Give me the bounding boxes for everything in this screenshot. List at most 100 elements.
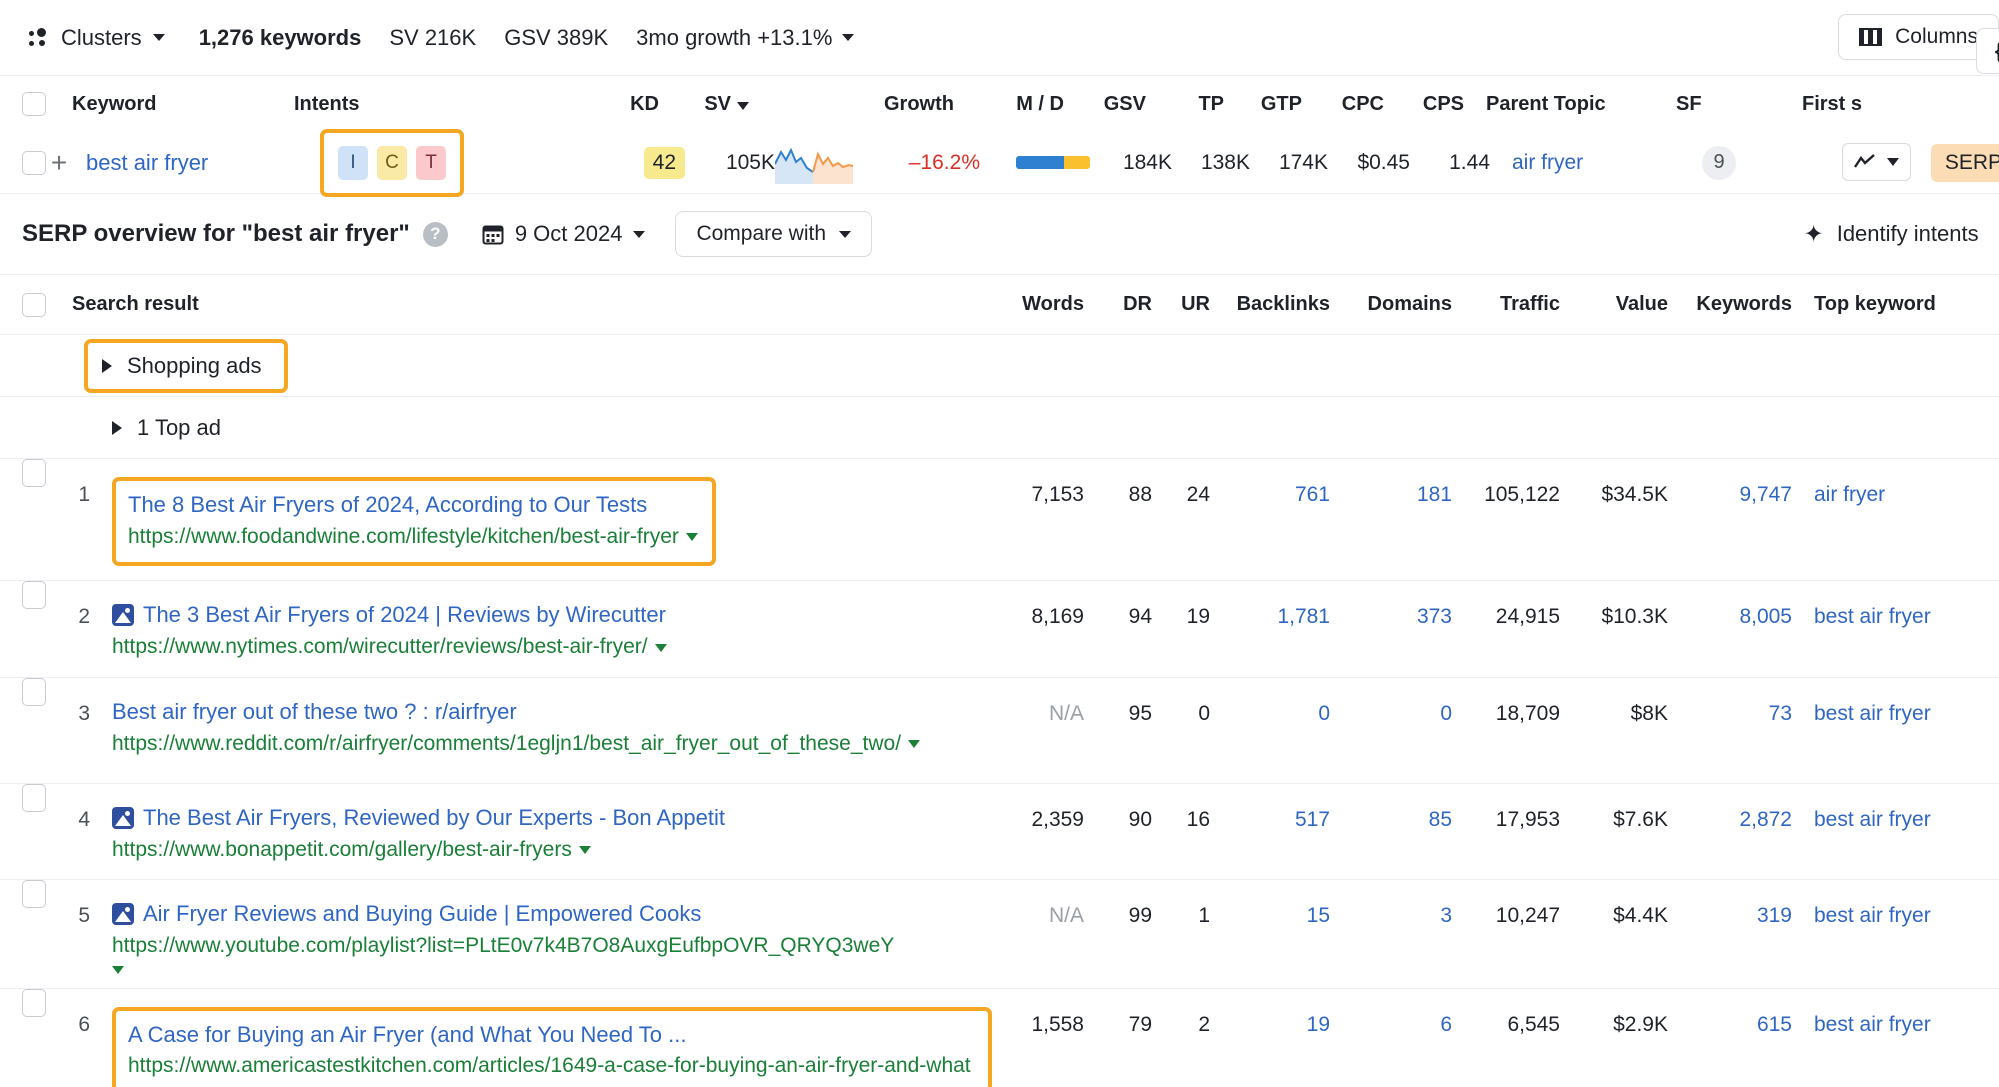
col-header-tp[interactable]: TP bbox=[1146, 93, 1224, 116]
result-keywords[interactable]: 319 bbox=[1668, 880, 1792, 928]
result-domains[interactable]: 0 bbox=[1330, 678, 1452, 726]
result-checkbox[interactable] bbox=[22, 459, 46, 487]
date-picker[interactable]: 9 Oct 2024 bbox=[482, 221, 646, 247]
result-backlinks[interactable]: 761 bbox=[1210, 459, 1330, 507]
result-top-keyword[interactable]: best air fryer bbox=[1792, 581, 1977, 629]
gsv-stat: GSV 389K bbox=[504, 25, 608, 51]
result-domains[interactable]: 85 bbox=[1330, 784, 1452, 832]
result-top-keyword[interactable]: best air fryer bbox=[1792, 880, 1977, 928]
result-title-link[interactable]: The 3 Best Air Fryers of 2024 | Reviews … bbox=[112, 599, 992, 631]
serp-label: SERP bbox=[1945, 151, 1999, 175]
sf-cell: 9 bbox=[1680, 146, 1810, 180]
result-keywords[interactable]: 9,747 bbox=[1668, 459, 1792, 507]
serp-header-result-group: Search result bbox=[22, 293, 992, 317]
result-backlinks[interactable]: 1,781 bbox=[1210, 581, 1330, 629]
result-domains[interactable]: 181 bbox=[1330, 459, 1452, 507]
intent-badge-commercial[interactable]: C bbox=[377, 146, 407, 180]
result-title-link[interactable]: A Case for Buying an Air Fryer (and What… bbox=[128, 1019, 974, 1051]
intents-cell: I C T bbox=[320, 129, 595, 197]
result-checkbox[interactable] bbox=[22, 880, 46, 908]
result-top-keyword[interactable]: best air fryer bbox=[1792, 784, 1977, 832]
col-header-intents[interactable]: Intents bbox=[294, 93, 569, 116]
col-header-value[interactable]: Value bbox=[1560, 293, 1668, 316]
result-backlinks[interactable]: 517 bbox=[1210, 784, 1330, 832]
col-header-cpc[interactable]: CPC bbox=[1302, 93, 1384, 116]
col-header-growth[interactable]: Growth bbox=[849, 93, 954, 116]
col-header-ur[interactable]: UR bbox=[1152, 293, 1210, 316]
identify-intents-button[interactable]: ✦ Identify intents bbox=[1804, 220, 1979, 249]
col-header-backlinks[interactable]: Backlinks bbox=[1210, 293, 1330, 316]
keyword-link[interactable]: best air fryer bbox=[86, 150, 208, 175]
select-all-results-checkbox[interactable] bbox=[22, 293, 46, 317]
columns-button[interactable]: Columns bbox=[1838, 14, 1999, 60]
result-top-keyword[interactable]: best air fryer bbox=[1792, 989, 1977, 1037]
col-header-sf[interactable]: SF bbox=[1654, 93, 1784, 116]
result-words: 7,153 bbox=[992, 459, 1084, 507]
col-header-keyword[interactable]: Keyword bbox=[46, 93, 294, 116]
intent-badge-transactional[interactable]: T bbox=[416, 146, 446, 180]
col-header-first-seen[interactable]: First s bbox=[1784, 93, 1977, 116]
shopping-ads-toggle[interactable]: Shopping ads bbox=[88, 343, 284, 389]
result-ur: 19 bbox=[1152, 581, 1210, 629]
result-checkbox[interactable] bbox=[22, 989, 46, 1017]
select-all-keywords-checkbox[interactable] bbox=[22, 92, 46, 116]
clusters-dropdown[interactable]: Clusters bbox=[22, 21, 171, 55]
result-keywords[interactable]: 73 bbox=[1668, 678, 1792, 726]
col-header-parent-topic[interactable]: Parent Topic bbox=[1464, 93, 1654, 116]
cpc-value: $0.45 bbox=[1328, 151, 1410, 175]
row-checkbox[interactable] bbox=[22, 151, 46, 175]
result-keywords[interactable]: 8,005 bbox=[1668, 581, 1792, 629]
compare-with-button[interactable]: Compare with bbox=[675, 211, 872, 257]
col-header-md[interactable]: M / D bbox=[954, 93, 1064, 116]
col-header-gtp[interactable]: GTP bbox=[1224, 93, 1302, 116]
help-icon[interactable]: ? bbox=[423, 222, 448, 247]
trend-chart-button[interactable] bbox=[1842, 143, 1911, 181]
col-header-sv[interactable]: SV bbox=[659, 93, 749, 116]
result-backlinks[interactable]: 15 bbox=[1210, 880, 1330, 928]
result-checkbox[interactable] bbox=[22, 678, 46, 706]
intent-badge-informational[interactable]: I bbox=[338, 146, 368, 180]
result-keywords[interactable]: 615 bbox=[1668, 989, 1792, 1037]
col-header-cps[interactable]: CPS bbox=[1384, 93, 1464, 116]
result-domains[interactable]: 373 bbox=[1330, 581, 1452, 629]
result-url[interactable]: https://www.nytimes.com/wirecutter/revie… bbox=[112, 635, 667, 658]
result-url[interactable]: https://www.bonappetit.com/gallery/best-… bbox=[112, 838, 591, 861]
result-top-keyword[interactable]: air fryer bbox=[1792, 459, 1977, 507]
api-braces-icon: { } bbox=[1995, 38, 1999, 64]
result-domains[interactable]: 6 bbox=[1330, 989, 1452, 1037]
col-header-kd[interactable]: KD bbox=[569, 93, 659, 116]
date-value: 9 Oct 2024 bbox=[515, 221, 623, 247]
result-backlinks[interactable]: 19 bbox=[1210, 989, 1330, 1037]
col-header-traffic[interactable]: Traffic bbox=[1452, 293, 1560, 316]
result-backlinks[interactable]: 0 bbox=[1210, 678, 1330, 726]
api-button[interactable]: { } bbox=[1976, 28, 1999, 74]
sv-sparkline-cell[interactable] bbox=[775, 142, 875, 184]
result-domains[interactable]: 3 bbox=[1330, 880, 1452, 928]
col-header-keywords[interactable]: Keywords bbox=[1668, 293, 1792, 316]
growth-dropdown[interactable]: 3mo growth +13.1% bbox=[636, 25, 854, 51]
result-url[interactable]: https://www.youtube.com/playlist?list=PL… bbox=[112, 934, 990, 974]
result-title-link[interactable]: The Best Air Fryers, Reviewed by Our Exp… bbox=[112, 802, 992, 834]
result-top-keyword[interactable]: best air fryer bbox=[1792, 678, 1977, 726]
serp-result-row: 4 The Best Air Fryers, Reviewed by Our E… bbox=[0, 784, 1999, 880]
result-url[interactable]: https://www.reddit.com/r/airfryer/commen… bbox=[112, 732, 920, 755]
tp-value: 138K bbox=[1172, 151, 1250, 175]
parent-topic-link[interactable]: air fryer bbox=[1512, 151, 1583, 174]
serp-toggle-button[interactable]: SERP bbox=[1931, 144, 1999, 182]
col-header-gsv[interactable]: GSV bbox=[1064, 93, 1146, 116]
result-title-link[interactable]: Best air fryer out of these two ? : r/ai… bbox=[112, 696, 990, 728]
add-keyword-icon[interactable]: + bbox=[46, 149, 72, 177]
result-title-link[interactable]: Air Fryer Reviews and Buying Guide | Emp… bbox=[112, 898, 990, 930]
result-url[interactable]: https://www.americastestkitchen.com/arti… bbox=[128, 1054, 971, 1087]
col-header-top-keyword[interactable]: Top keyword bbox=[1792, 293, 1977, 316]
col-header-dr[interactable]: DR bbox=[1084, 293, 1152, 316]
result-checkbox[interactable] bbox=[22, 784, 46, 812]
col-header-words[interactable]: Words bbox=[992, 293, 1084, 316]
image-result-icon bbox=[112, 604, 134, 626]
result-title-link[interactable]: The 8 Best Air Fryers of 2024, According… bbox=[128, 489, 698, 521]
result-checkbox[interactable] bbox=[22, 581, 46, 609]
result-url[interactable]: https://www.foodandwine.com/lifestyle/ki… bbox=[128, 525, 698, 548]
result-keywords[interactable]: 2,872 bbox=[1668, 784, 1792, 832]
col-header-domains[interactable]: Domains bbox=[1330, 293, 1452, 316]
top-ad-toggle[interactable]: 1 Top ad bbox=[98, 405, 243, 451]
